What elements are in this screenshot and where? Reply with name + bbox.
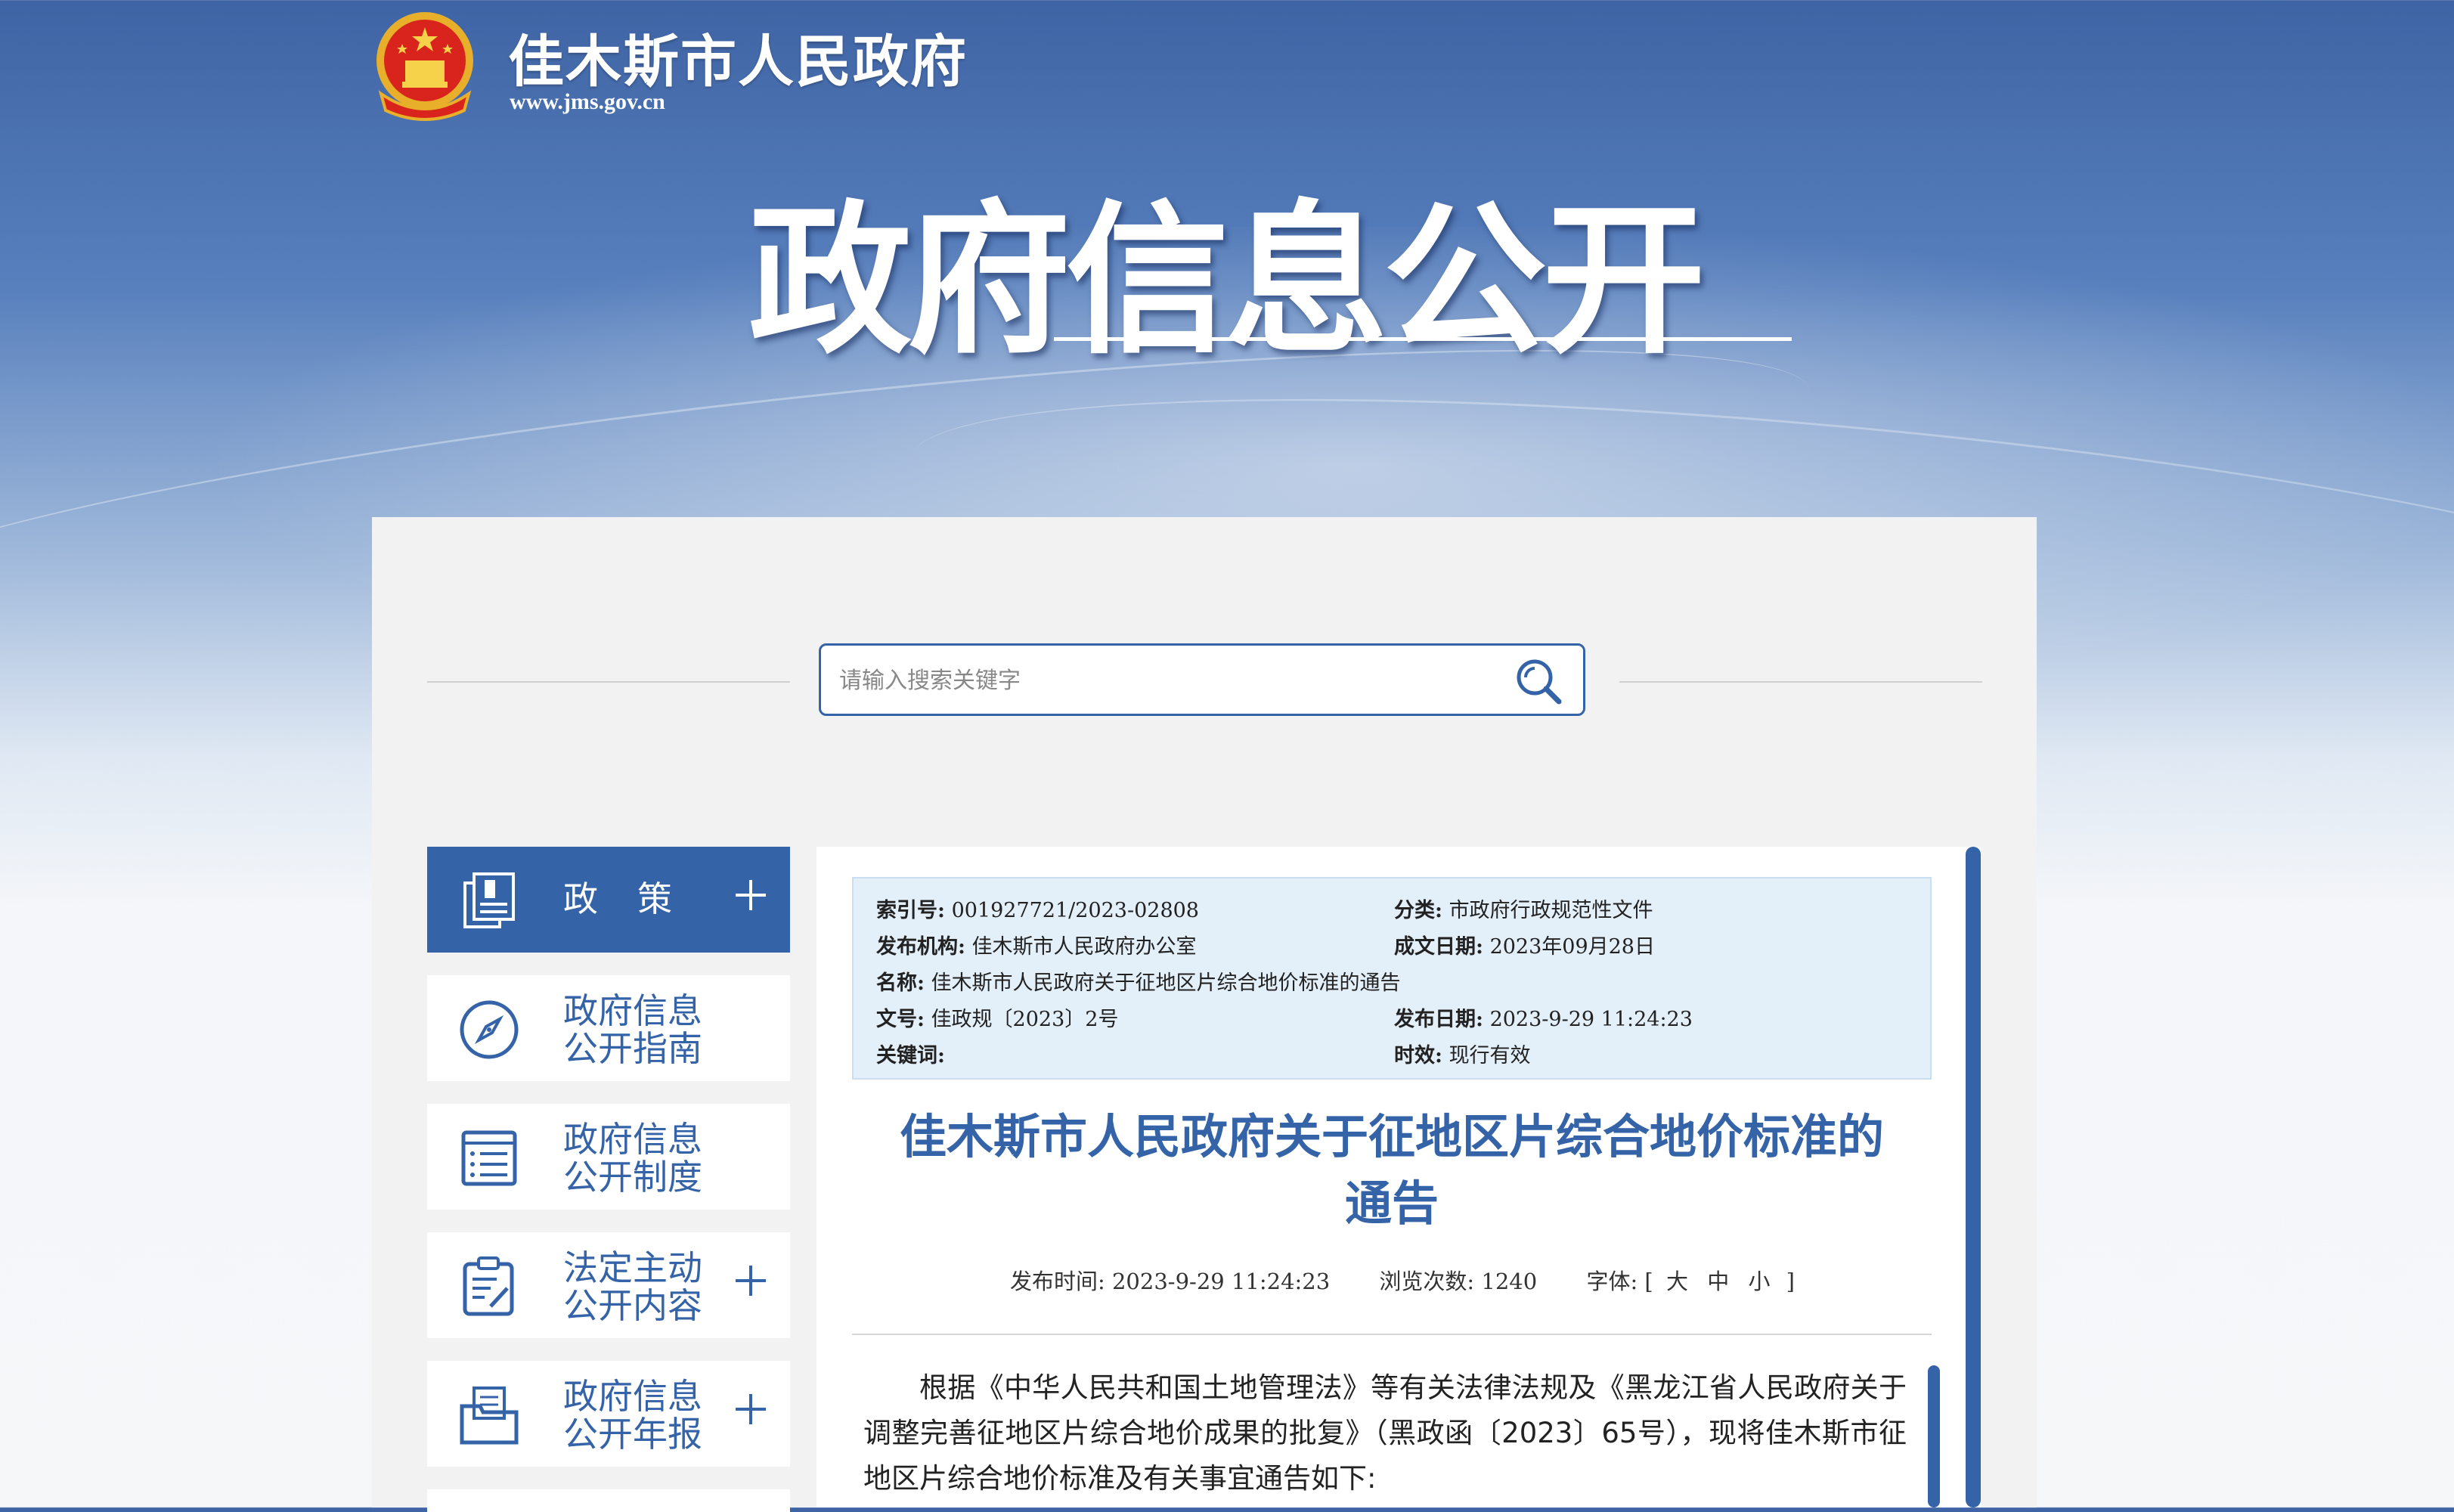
- plus-icon[interactable]: [730, 1388, 772, 1430]
- content-scrollbar[interactable]: [1966, 847, 1981, 1507]
- article-body: 根据《中华人民共和国土地管理法》等有关法律法规及《黑龙江省人民政府关于调整完善征…: [863, 1371, 1907, 1495]
- sidebar-item-label: 政府信息 公开制度: [563, 1119, 702, 1198]
- publish-time: 发布时间: 2023-9-29 11:24:23: [1009, 1269, 1331, 1294]
- meta-written-date: 2023年09月28日: [1489, 935, 1655, 959]
- meta-index: 001927721/2023-02808: [951, 899, 1199, 922]
- site-name[interactable]: 佳木斯市人民政府: [508, 17, 968, 98]
- meta-label: 发布机构:: [876, 935, 965, 959]
- sidebar-item-label: 政策: [563, 878, 711, 919]
- article-title-line: 佳木斯市人民政府关于征地区片综合地价标准的: [899, 1109, 1884, 1164]
- article-info: 发布时间: 2023-9-29 11:24:23 浏览次数: 1240 字体: …: [852, 1264, 1932, 1296]
- compass-icon: [460, 1000, 519, 1059]
- meta-label: 文号:: [876, 1008, 925, 1031]
- list-icon: [461, 1130, 517, 1186]
- banner-title: 政府信息公开: [748, 186, 1706, 376]
- sidebar-item-policy[interactable]: 政策: [427, 847, 790, 953]
- search-divider-left: [427, 681, 790, 683]
- meta-label: 成文日期:: [1394, 935, 1483, 959]
- font-size-label: 字体: [: [1586, 1269, 1653, 1294]
- meta-label: 索引号:: [876, 899, 945, 922]
- meta-publish-date: 2023-9-29 11:24:23: [1489, 1008, 1693, 1031]
- document-metadata: 索引号: 001927721/2023-02808 分类: 市政府行政规范性文件…: [852, 877, 1932, 1080]
- font-medium-button[interactable]: 中: [1707, 1269, 1729, 1294]
- meta-name: 佳木斯市人民政府关于征地区片综合地价标准的通告: [931, 971, 1401, 995]
- meta-label: 名称:: [876, 971, 925, 995]
- clipboard-edit-icon: [463, 1256, 514, 1316]
- banner-underline: [1054, 337, 1792, 341]
- national-emblem-icon: [376, 12, 473, 121]
- meta-category: 市政府行政规范性文件: [1449, 899, 1653, 922]
- search-input[interactable]: [838, 659, 1506, 702]
- view-count: 浏览次数: 1240: [1379, 1269, 1538, 1294]
- article-divider: [852, 1334, 1932, 1335]
- article-scrollbar[interactable]: [1928, 1365, 1940, 1507]
- sidebar-item-label: 政府信息 公开指南: [563, 990, 702, 1069]
- meta-publisher: 佳木斯市人民政府办公室: [971, 935, 1197, 959]
- search-icon[interactable]: [1514, 656, 1563, 706]
- article-title: 佳木斯市人民政府关于征地区片综合地价标准的 通告: [852, 1104, 1932, 1237]
- meta-label: 分类:: [1394, 899, 1442, 922]
- sidebar-item-more[interactable]: [427, 1489, 790, 1512]
- font-size-bracket: ]: [1786, 1269, 1795, 1294]
- search-divider-right: [1619, 681, 1982, 683]
- folder-icon: [460, 1387, 519, 1445]
- plus-icon[interactable]: [730, 874, 772, 916]
- sidebar-item-annual-report[interactable]: 政府信息 公开年报: [427, 1361, 790, 1467]
- sidebar-item-guide[interactable]: 政府信息 公开指南: [427, 975, 790, 1081]
- article-title-line: 通告: [1344, 1176, 1439, 1231]
- sidebar-item-system[interactable]: 政府信息 公开制度: [427, 1104, 790, 1210]
- search-box: [819, 643, 1585, 716]
- meta-label: 时效:: [1394, 1044, 1442, 1067]
- sidebar-item-statutory[interactable]: 法定主动 公开内容: [427, 1232, 790, 1338]
- plus-icon[interactable]: [730, 1259, 772, 1302]
- meta-label: 发布日期:: [1394, 1008, 1483, 1031]
- site-url[interactable]: www.jms.gov.cn: [510, 89, 665, 115]
- meta-validity: 现行有效: [1449, 1044, 1531, 1067]
- sidebar-item-label: 法定主动 公开内容: [563, 1247, 702, 1326]
- font-large-button[interactable]: 大: [1666, 1269, 1688, 1294]
- sidebar-item-label: 政府信息 公开年报: [563, 1376, 702, 1455]
- policy-doc-icon: [463, 872, 515, 928]
- meta-label: 关键词:: [876, 1044, 945, 1067]
- font-small-button[interactable]: 小: [1748, 1269, 1770, 1294]
- meta-doc-number: 佳政规〔2023〕2号: [931, 1008, 1119, 1031]
